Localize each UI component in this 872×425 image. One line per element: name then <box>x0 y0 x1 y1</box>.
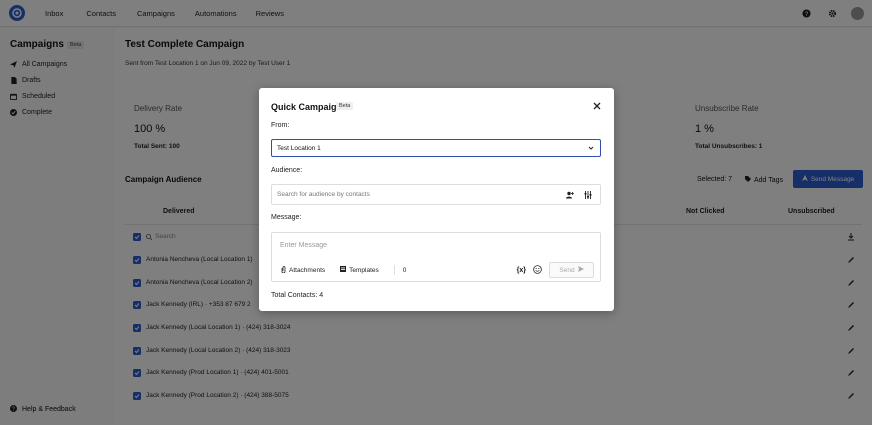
attachments-label: Attachments <box>289 266 326 274</box>
templates-label: Templates <box>349 266 379 274</box>
send-button[interactable]: Send <box>549 262 594 278</box>
from-label: From: <box>271 122 290 129</box>
send-arrow-icon <box>577 266 584 274</box>
add-contact-icon[interactable] <box>566 191 574 201</box>
audience-search-placeholder: Search for audience by contacts <box>277 191 370 198</box>
attachments-button[interactable]: Attachments <box>281 265 326 275</box>
from-select-value: Test Location 1 <box>277 144 321 152</box>
message-editor[interactable]: Enter Message Attachments Templates 0 {x… <box>271 232 601 282</box>
paperclip-icon <box>281 265 286 275</box>
audience-search-input[interactable]: Search for audience by contacts <box>271 184 601 205</box>
modal-title: Quick Campaign <box>271 102 343 112</box>
emoji-icon[interactable] <box>533 264 542 276</box>
variable-button[interactable]: {x} <box>517 267 526 274</box>
beta-badge: Beta <box>336 102 354 110</box>
chevron-down-icon <box>588 145 594 151</box>
from-select[interactable]: Test Location 1 <box>271 139 601 157</box>
template-icon <box>340 266 347 274</box>
total-contacts: Total Contacts: 4 <box>271 292 324 299</box>
message-input[interactable]: Enter Message <box>280 242 327 249</box>
message-label: Message: <box>271 214 302 221</box>
audience-label: Audience: <box>271 167 303 174</box>
filter-sliders-icon[interactable] <box>584 191 592 201</box>
send-label: Send <box>559 266 575 274</box>
toolbar-divider <box>393 265 395 275</box>
character-count: 0 <box>402 266 407 274</box>
quick-campaign-modal: Quick Campaign Beta From: Test Location … <box>259 88 614 311</box>
templates-button[interactable]: Templates <box>340 266 379 274</box>
close-icon[interactable] <box>593 102 601 110</box>
